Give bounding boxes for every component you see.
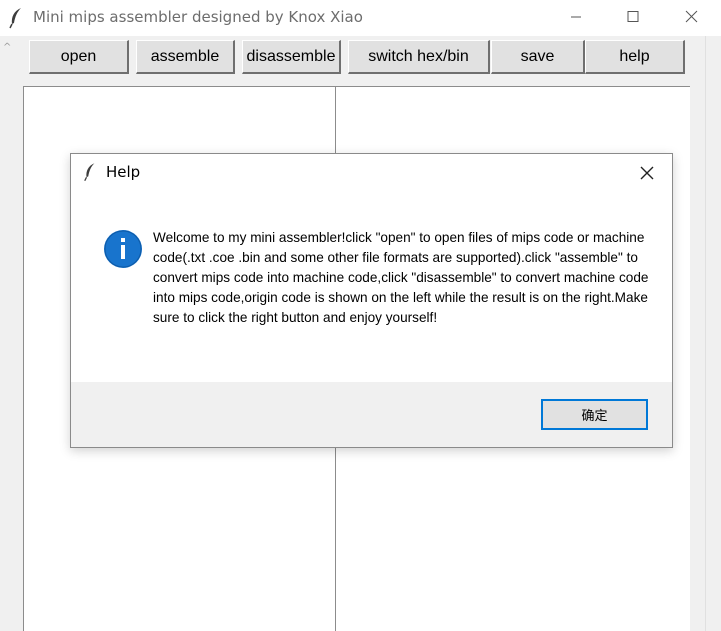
assemble-button[interactable]: assemble — [136, 40, 235, 74]
maximize-icon — [627, 11, 639, 22]
info-icon — [104, 230, 142, 268]
left-scrollbar[interactable]: ^ — [0, 36, 14, 631]
help-dialog: Help Welcome to my mini assembler!click … — [70, 153, 673, 448]
feather-icon — [9, 8, 21, 29]
open-button[interactable]: open — [29, 40, 129, 74]
right-scrollbar[interactable] — [705, 36, 721, 631]
minimize-button[interactable] — [553, 0, 599, 36]
save-button[interactable]: save — [491, 40, 585, 74]
feather-icon — [84, 163, 95, 182]
disassemble-button[interactable]: disassemble — [242, 40, 341, 74]
dialog-title: Help — [106, 163, 141, 181]
minimize-icon — [571, 16, 581, 18]
close-icon — [685, 10, 698, 23]
maximize-button[interactable] — [609, 0, 655, 36]
dialog-footer: 确定 — [71, 382, 672, 447]
switch-hex-bin-button[interactable]: switch hex/bin — [348, 40, 490, 74]
dialog-close-icon[interactable] — [637, 163, 657, 183]
window-title: Mini mips assembler designed by Knox Xia… — [33, 8, 363, 26]
dialog-message: Welcome to my mini assembler!click "open… — [153, 230, 649, 325]
scroll-up-icon[interactable]: ^ — [3, 42, 11, 53]
help-button[interactable]: help — [585, 40, 685, 74]
title-bar: Mini mips assembler designed by Knox Xia… — [0, 0, 721, 36]
close-button[interactable] — [667, 0, 713, 36]
ok-button[interactable]: 确定 — [541, 399, 648, 430]
